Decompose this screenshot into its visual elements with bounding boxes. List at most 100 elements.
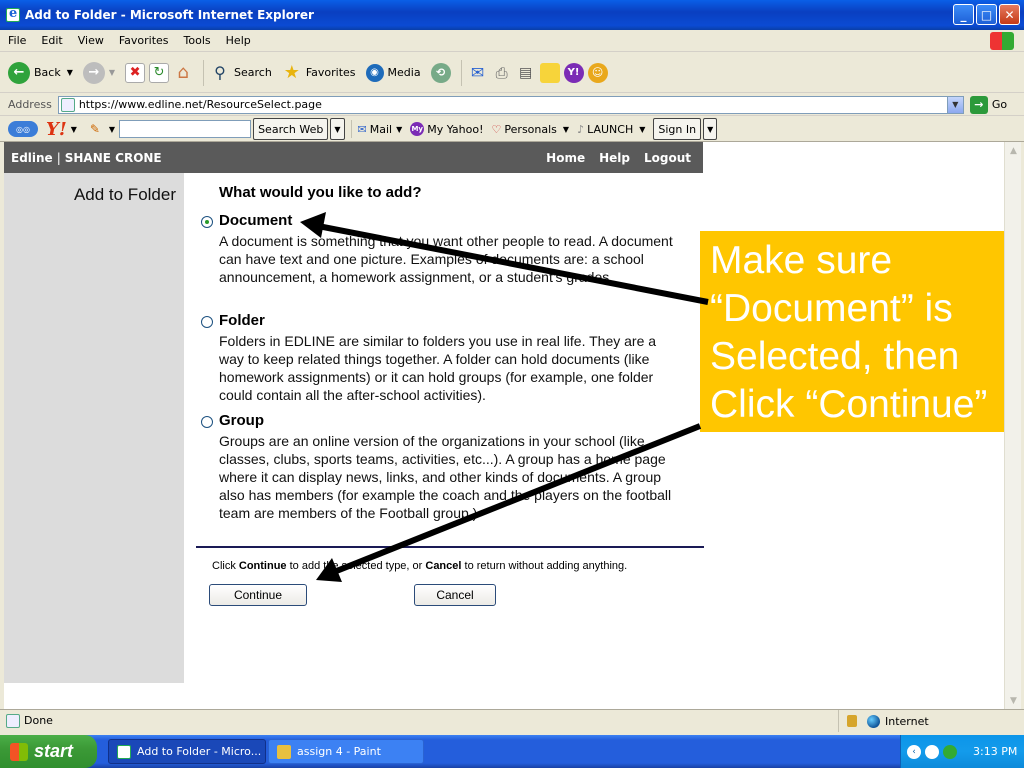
windows-flag-icon	[10, 742, 28, 761]
yahoo-toolbar: ◎◎ Y! ▼ ✎ ▼ Search Web ▼ ✉ Mail ▼ My My Yahoo…	[0, 117, 1024, 142]
star-icon: ★	[283, 62, 300, 83]
discuss-icon[interactable]	[539, 62, 560, 83]
print-icon[interactable]: ⎙	[492, 63, 512, 83]
taskbar: start Add to Folder - Micro... assign 4 …	[0, 735, 1024, 768]
menu-view[interactable]: View	[78, 34, 104, 47]
panel-title: Add to Folder	[73, 185, 176, 204]
page-icon	[60, 97, 75, 112]
form-divider	[196, 546, 704, 548]
tray-expand-icon[interactable]: ‹	[907, 744, 921, 759]
back-button[interactable]: ← Back ▼	[8, 61, 73, 84]
yahoo-logo-icon[interactable]: Y!	[46, 119, 67, 140]
close-button[interactable]: ✕	[999, 4, 1020, 25]
go-button[interactable]: → Go	[969, 95, 1007, 114]
back-arrow-icon: ←	[8, 61, 30, 84]
task-paint[interactable]: assign 4 - Paint	[268, 739, 424, 764]
pencil-icon[interactable]: ✎	[85, 119, 105, 139]
start-button[interactable]: start	[0, 735, 97, 768]
edit-icon[interactable]: ▤	[516, 63, 536, 83]
zone-text: Internet	[885, 714, 929, 728]
callout-line: Make sure	[710, 239, 893, 282]
radio-folder[interactable]	[201, 316, 213, 328]
address-bar: Address https://www.edline.net/ResourceS…	[0, 94, 1024, 116]
messenger-icon[interactable]: Y!	[563, 62, 584, 83]
address-url: https://www.edline.net/ResourceSelect.pa…	[78, 98, 322, 111]
my-yahoo-link[interactable]: My My Yahoo!	[410, 122, 484, 136]
nav-home[interactable]: Home	[546, 151, 585, 165]
callout-line: Selected, then	[710, 335, 960, 378]
page-done-icon	[6, 713, 20, 728]
user-name: SHANE CRONE	[64, 150, 162, 165]
left-panel: Add to Folder	[4, 173, 184, 683]
stop-icon[interactable]: ✖	[125, 62, 146, 83]
form-question: What would you like to add?	[219, 184, 422, 201]
clock-time[interactable]: 3:13 PM	[973, 745, 1017, 758]
status-text: Done	[24, 714, 53, 727]
favorites-button[interactable]: ★ Favorites	[282, 62, 356, 83]
instruction-callout: Make sure “Document” is Selected, then C…	[700, 231, 1004, 432]
mail-link[interactable]: ✉ Mail ▼	[358, 123, 403, 136]
standard-toolbar: ← Back ▼ → ▼ ✖ ↻ ⌂ ⚲ Search ★ Favorites ◉ …	[0, 53, 1024, 93]
search-icon: ⚲	[214, 63, 226, 82]
personals-icon: ♡	[491, 122, 502, 136]
yahoo-smiley-icon[interactable]: ☺	[587, 62, 608, 83]
search-web-dropdown[interactable]: ▼	[330, 118, 345, 140]
minimize-button[interactable]: _	[953, 4, 974, 25]
cancel-button[interactable]: Cancel	[414, 584, 496, 606]
windows-logo-icon	[990, 32, 1014, 50]
network-tray-icon[interactable]	[943, 744, 957, 759]
address-dropdown-icon[interactable]: ▼	[946, 96, 963, 113]
task-add-to-folder[interactable]: Add to Folder - Micro...	[108, 739, 266, 764]
scroll-up-icon[interactable]: ▲	[1005, 142, 1022, 159]
continue-button[interactable]: Continue	[209, 584, 307, 606]
menu-file[interactable]: File	[8, 34, 26, 47]
nav-logout[interactable]: Logout	[644, 151, 691, 165]
refresh-icon[interactable]: ↻	[149, 62, 170, 83]
media-globe-icon: ◉	[365, 63, 384, 82]
radio-group[interactable]	[201, 416, 213, 428]
scroll-down-icon[interactable]: ▼	[1005, 692, 1022, 709]
lock-icon	[847, 715, 857, 727]
nav-help[interactable]: Help	[599, 151, 630, 165]
menu-favorites[interactable]: Favorites	[119, 34, 169, 47]
home-icon[interactable]: ⌂	[173, 62, 193, 83]
system-tray: ‹ 3:13 PM	[900, 735, 1024, 768]
media-button[interactable]: ◉ Media	[365, 63, 421, 82]
window-controls: _ □ ✕	[953, 4, 1020, 25]
forward-button[interactable]: → ▼	[82, 61, 115, 84]
sign-in-button[interactable]: Sign In	[653, 118, 702, 140]
option-title: Group	[219, 412, 264, 429]
address-input[interactable]: https://www.edline.net/ResourceSelect.pa…	[57, 95, 964, 114]
form-instructions: Click Continue to add the selected type,…	[212, 560, 628, 572]
toolbar-separator	[350, 120, 352, 138]
window-title: Add to Folder - Microsoft Internet Explo…	[25, 8, 314, 22]
menu-tools[interactable]: Tools	[184, 34, 211, 47]
mail-icon[interactable]: ✉	[468, 63, 488, 83]
maximize-button[interactable]: □	[976, 4, 997, 25]
my-yahoo-icon: My	[410, 122, 425, 136]
clock-tray-icon[interactable]	[925, 744, 939, 759]
menu-help[interactable]: Help	[226, 34, 251, 47]
history-icon[interactable]: ⟲	[430, 62, 451, 83]
personals-link[interactable]: ♡ Personals ▼	[492, 123, 570, 136]
launch-link[interactable]: ♪ LAUNCH ▼	[577, 123, 645, 136]
vertical-scrollbar[interactable]: ▲ ▼	[1004, 142, 1021, 709]
option-description: Folders in EDLINE are similar to folders…	[219, 333, 657, 403]
ie-icon	[117, 744, 131, 759]
status-bar: Done Internet	[0, 709, 1024, 732]
callout-line: Click “Continue”	[710, 383, 988, 426]
paint-icon	[277, 744, 291, 759]
radio-document[interactable]	[201, 216, 213, 228]
envelope-icon: ✉	[357, 122, 367, 136]
title-bar: Add to Folder - Microsoft Internet Explo…	[0, 0, 1024, 30]
menu-edit[interactable]: Edit	[41, 34, 62, 47]
option-title: Document	[219, 212, 293, 229]
address-label: Address	[8, 98, 52, 111]
sign-in-dropdown[interactable]: ▼	[703, 118, 718, 140]
ie-icon	[6, 6, 20, 22]
search-button[interactable]: ⚲ Search	[210, 63, 272, 83]
search-web-button[interactable]: Search Web	[253, 118, 329, 140]
brand-name: Edline	[11, 150, 53, 165]
toolbar-logo-icon[interactable]: ◎◎	[8, 121, 38, 137]
yahoo-search-input[interactable]	[119, 120, 252, 138]
